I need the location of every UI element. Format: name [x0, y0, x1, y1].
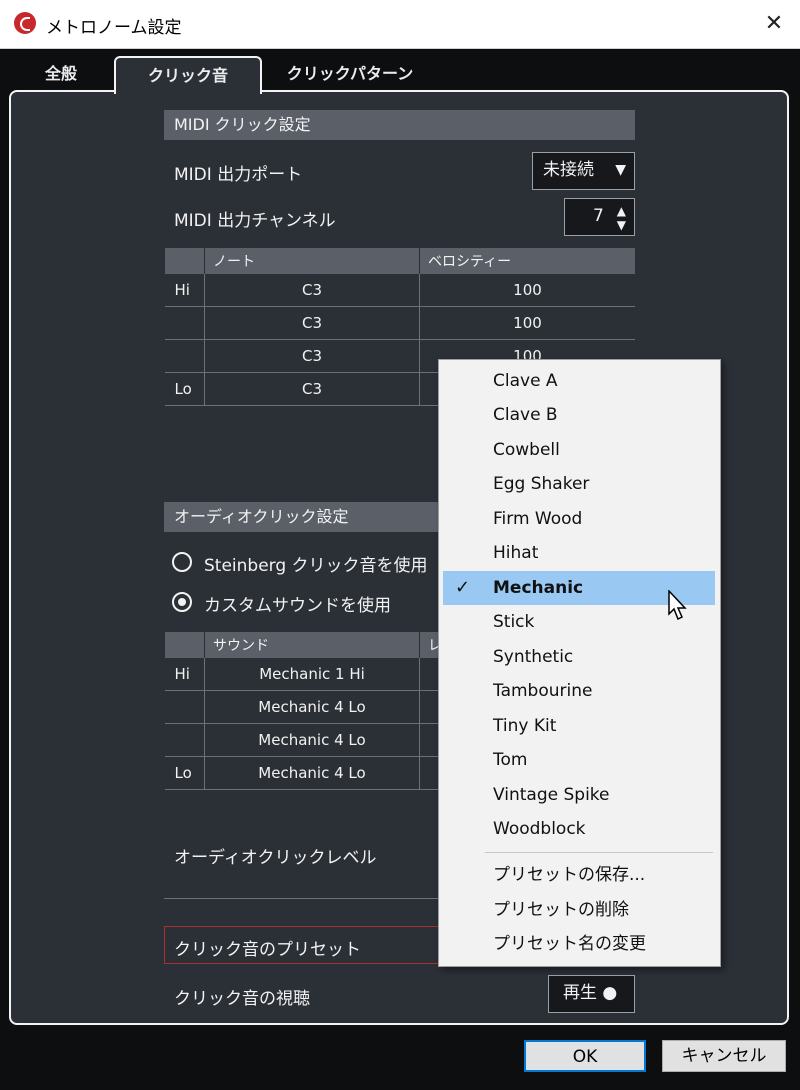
- tab-general[interactable]: 全般: [18, 56, 104, 92]
- preset-dropdown-menu: Clave A Clave B Cowbell Egg Shaker Firm …: [438, 359, 721, 967]
- column-header-note: ノート: [204, 248, 420, 274]
- menu-item-delete-preset[interactable]: プリセットの削除: [443, 893, 715, 927]
- midi-output-channel-value: 7: [593, 206, 604, 226]
- sound-cell[interactable]: Mechanic 4 Lo: [204, 723, 420, 757]
- sound-cell[interactable]: Mechanic 4 Lo: [204, 690, 420, 724]
- cubase-logo-icon: [14, 12, 36, 34]
- menu-item-clave-a[interactable]: Clave A: [443, 364, 715, 398]
- preset-label: クリック音のプリセット: [174, 940, 361, 960]
- checkmark-icon: ✓: [455, 577, 471, 598]
- menu-item-woodblock[interactable]: Woodblock: [443, 812, 715, 846]
- midi-section-header: MIDI クリック設定: [164, 110, 635, 140]
- sound-cell[interactable]: Mechanic 1 Hi: [204, 658, 420, 691]
- note-cell[interactable]: C3: [204, 339, 420, 373]
- menu-item-tambourine[interactable]: Tambourine: [443, 674, 715, 708]
- menu-item-firm-wood[interactable]: Firm Wood: [443, 502, 715, 536]
- radio-custom-label[interactable]: カスタムサウンドを使用: [204, 591, 391, 616]
- menu-item-tiny-kit[interactable]: Tiny Kit: [443, 709, 715, 743]
- row-label: [164, 339, 205, 373]
- menu-item-vintage-spike[interactable]: Vintage Spike: [443, 778, 715, 812]
- menu-item-label: Mechanic: [493, 578, 584, 598]
- ok-button[interactable]: OK: [524, 1040, 646, 1072]
- close-button[interactable]: ✕: [756, 6, 792, 42]
- row-label: [164, 306, 205, 340]
- menu-item-rename-preset[interactable]: プリセット名の変更: [443, 927, 715, 961]
- menu-item-hihat[interactable]: Hihat: [443, 536, 715, 570]
- midi-output-port-select[interactable]: 未接続 ▼: [532, 152, 635, 190]
- tab-click-pattern[interactable]: クリックパターン: [270, 56, 430, 92]
- play-button[interactable]: 再生 ●: [548, 975, 635, 1013]
- menu-item-synthetic[interactable]: Synthetic: [443, 640, 715, 674]
- note-cell[interactable]: C3: [204, 274, 420, 307]
- radio-steinberg[interactable]: [172, 552, 192, 572]
- midi-output-channel-stepper[interactable]: 7 ▲ ▼: [564, 198, 635, 236]
- menu-item-save-preset[interactable]: プリセットの保存...: [443, 858, 715, 892]
- cancel-button[interactable]: キャンセル: [662, 1040, 786, 1072]
- radio-steinberg-label[interactable]: Steinberg クリック音を使用: [204, 551, 428, 576]
- menu-item-cowbell[interactable]: Cowbell: [443, 433, 715, 467]
- mouse-pointer-icon: [668, 590, 687, 621]
- row-label: [164, 690, 205, 724]
- stepper-arrows-icon[interactable]: ▲ ▼: [617, 204, 626, 232]
- audio-click-level-label: オーディオクリックレベル: [174, 848, 377, 868]
- menu-item-clave-b[interactable]: Clave B: [443, 398, 715, 432]
- column-header-velocity: ベロシティー: [419, 248, 635, 274]
- row-label: Lo: [164, 756, 205, 790]
- note-cell[interactable]: C3: [204, 372, 420, 406]
- menu-item-egg-shaker[interactable]: Egg Shaker: [443, 467, 715, 501]
- dropdown-arrow-icon: ▼: [615, 162, 626, 178]
- row-label: Lo: [164, 372, 205, 406]
- midi-output-port-value: 未接続: [543, 160, 594, 180]
- table-row[interactable]: Hi C3 100: [164, 274, 635, 307]
- row-label: Hi: [164, 658, 205, 691]
- tab-click-sound[interactable]: クリック音: [114, 56, 262, 94]
- preview-label: クリック音の視聴: [174, 989, 310, 1009]
- row-label: Hi: [164, 274, 205, 307]
- row-label: [164, 723, 205, 757]
- velocity-cell[interactable]: 100: [419, 274, 635, 307]
- midi-output-channel-label: MIDI 出力チャンネル: [174, 211, 336, 231]
- column-header: [164, 632, 205, 658]
- title-bar: メトロノーム設定 ✕: [0, 0, 800, 49]
- column-header: [164, 248, 205, 274]
- sound-cell[interactable]: Mechanic 4 Lo: [204, 756, 420, 790]
- velocity-cell[interactable]: 100: [419, 306, 635, 340]
- radio-custom[interactable]: [172, 592, 192, 612]
- midi-output-port-label: MIDI 出力ポート: [174, 165, 303, 185]
- menu-item-tom[interactable]: Tom: [443, 743, 715, 777]
- column-header-sound: サウンド: [204, 632, 420, 658]
- menu-divider: [485, 852, 713, 853]
- window-title: メトロノーム設定: [46, 18, 182, 38]
- note-cell[interactable]: C3: [204, 306, 420, 340]
- table-row[interactable]: C3 100: [164, 306, 635, 340]
